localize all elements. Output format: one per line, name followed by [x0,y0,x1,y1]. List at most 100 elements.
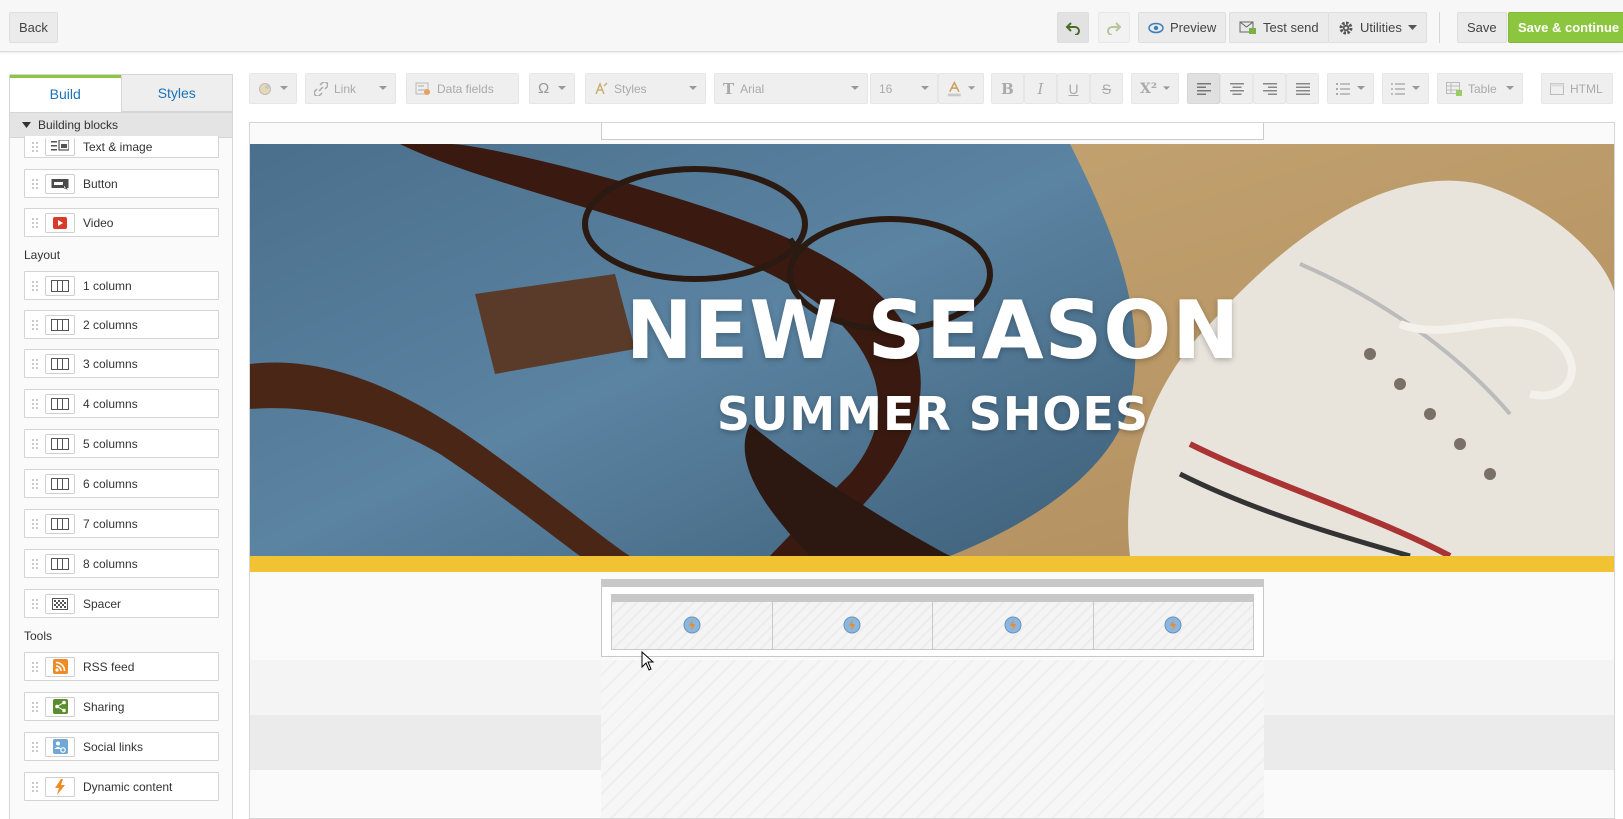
preview-button[interactable]: Preview [1138,12,1227,43]
divider-bar[interactable] [250,556,1614,572]
drag-handle-icon[interactable] [25,358,45,370]
rss-icon [45,656,75,677]
link-dropdown[interactable]: Link [305,73,396,104]
image-insert-dropdown[interactable] [249,73,297,104]
drag-handle-icon[interactable] [25,217,45,229]
font-family-dropdown[interactable]: T Arial [714,73,868,104]
columns-icon [45,513,75,534]
font-size-dropdown[interactable]: 16 [870,73,938,104]
bold-button[interactable]: B [991,73,1024,104]
drag-handle-icon[interactable] [25,701,45,713]
top-spacer-block[interactable] [601,123,1264,140]
block-label: 1 column [83,278,132,293]
email-canvas[interactable]: NEW SEASON SUMMER SHOES [249,122,1615,819]
save-continue-button[interactable]: Save & continue [1508,12,1623,43]
align-left-icon [1196,82,1211,95]
column-cell[interactable] [933,595,1094,649]
block-label: Video [83,215,114,230]
font-size-value: 16 [879,81,893,96]
redo-icon [1107,21,1122,35]
save-continue-label: Save & continue [1518,20,1620,35]
social-links-icon [45,736,75,757]
column-cell[interactable] [772,595,933,649]
block-1-column[interactable]: 1 column [24,271,219,300]
block-7-columns[interactable]: 7 columns [24,509,219,538]
align-center-button[interactable] [1220,73,1253,104]
data-fields-button[interactable]: Data fields [406,73,519,104]
drag-handle-icon[interactable] [25,178,45,190]
column-cell[interactable] [612,595,773,649]
text-color-dropdown[interactable] [938,73,984,104]
drag-handle-icon[interactable] [25,280,45,292]
italic-button[interactable]: I [1024,73,1057,104]
drag-handle-icon[interactable] [25,558,45,570]
block-header-bar[interactable] [602,580,1263,587]
underline-button[interactable]: U [1057,73,1090,104]
block-6-columns[interactable]: 6 columns [24,469,219,498]
column-row[interactable] [611,594,1254,650]
tab-build[interactable]: Build [10,75,121,112]
special-character-dropdown[interactable]: Ω [529,73,575,104]
block-8-columns[interactable]: 8 columns [24,549,219,578]
drop-zone[interactable] [601,660,1264,818]
utilities-dropdown[interactable]: Utilities [1328,12,1427,43]
block-sharing[interactable]: Sharing [24,692,219,721]
drag-handle-icon[interactable] [25,741,45,753]
test-send-button[interactable]: Test send [1229,12,1329,43]
column-cell[interactable] [1093,595,1253,649]
block-text-image[interactable]: Text & image [24,136,219,158]
chevron-down-icon [1357,86,1365,90]
drag-handle-icon[interactable] [25,398,45,410]
layout-group-label: Layout [24,248,61,262]
align-left-button[interactable] [1187,73,1220,104]
drag-handle-icon[interactable] [25,478,45,490]
four-column-block[interactable] [601,579,1264,657]
drag-handle-icon[interactable] [25,781,45,793]
gear-icon [1339,21,1353,34]
justify-button[interactable] [1286,73,1319,104]
block-video[interactable]: Video [24,208,219,237]
tab-styles[interactable]: Styles [120,75,232,112]
text-image-icon [45,137,75,156]
drag-handle-icon[interactable] [25,319,45,331]
bullet-list-dropdown[interactable] [1382,73,1429,104]
block-button[interactable]: Button [24,169,219,198]
drag-handle-icon[interactable] [25,141,45,153]
table-icon [1446,81,1462,96]
block-spacer[interactable]: Spacer [24,589,219,618]
block-5-columns[interactable]: 5 columns [24,429,219,458]
columns-icon [45,275,75,296]
undo-icon [1065,21,1080,35]
superscript-dropdown[interactable]: X² [1131,73,1179,104]
block-4-columns[interactable]: 4 columns [24,389,219,418]
html-source-button[interactable]: HTML [1541,73,1613,104]
styles-dropdown[interactable]: Styles [585,73,706,104]
strikethrough-button[interactable]: S [1090,73,1123,104]
building-blocks-header[interactable]: Building blocks [10,112,232,138]
drag-handle-icon[interactable] [25,518,45,530]
block-rss-feed[interactable]: RSS feed [24,652,219,681]
block-label: 4 columns [83,396,138,411]
redo-button[interactable] [1098,12,1130,43]
undo-button[interactable] [1057,12,1089,43]
superscript-icon: X² [1140,80,1157,97]
drag-handle-icon[interactable] [25,598,45,610]
block-3-columns[interactable]: 3 columns [24,349,219,378]
chevron-down-icon [851,86,859,90]
drag-handle-icon[interactable] [25,661,45,673]
block-label: 2 columns [83,317,138,332]
drag-handle-icon[interactable] [25,438,45,450]
table-dropdown[interactable]: Table [1437,73,1523,104]
align-right-button[interactable] [1253,73,1286,104]
chevron-down-icon [1506,86,1514,90]
ordered-list-dropdown[interactable] [1327,73,1374,104]
block-dynamic-content[interactable]: Dynamic content [24,772,219,801]
styles-label: Styles [614,81,647,96]
button-block-icon [45,173,75,194]
block-label: 3 columns [83,356,138,371]
back-button[interactable]: Back [9,12,58,43]
save-button[interactable]: Save [1457,12,1507,43]
block-2-columns[interactable]: 2 columns [24,310,219,339]
hero-image[interactable]: NEW SEASON SUMMER SHOES [250,144,1614,556]
block-social-links[interactable]: Social links [24,732,219,761]
